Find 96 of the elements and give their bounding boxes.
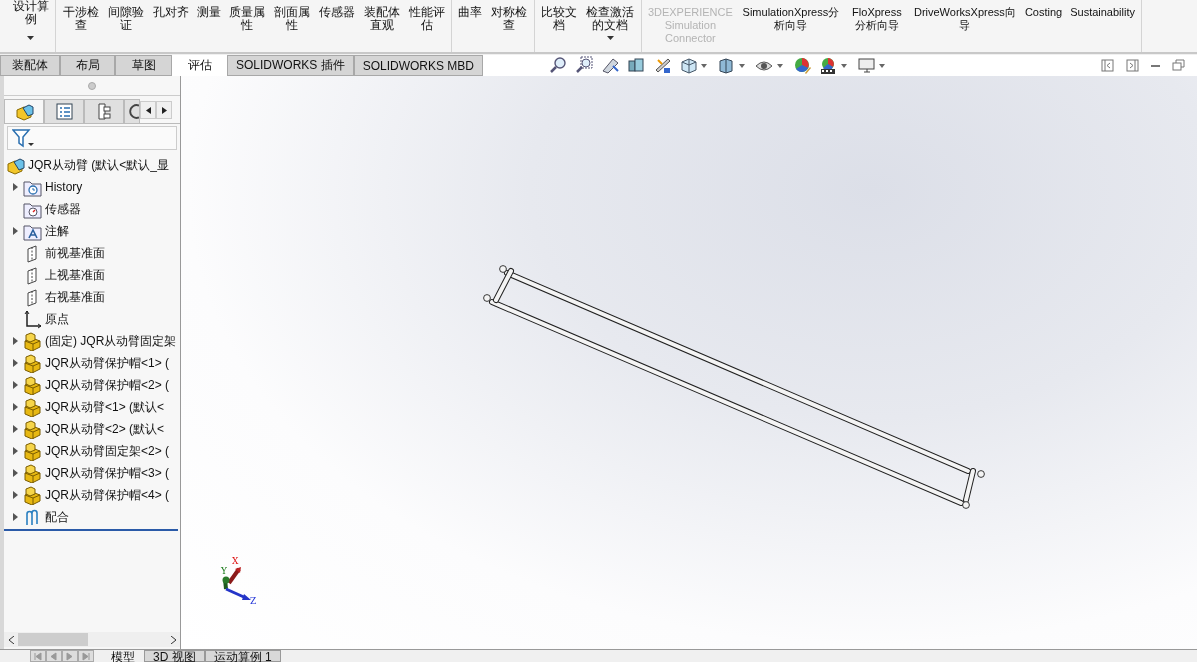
filter-icon [12, 128, 34, 148]
ribbon-button[interactable]: 性能评估 [405, 0, 449, 32]
ribbon-button[interactable]: 测量 [193, 0, 224, 19]
caret-icon [777, 63, 784, 68]
ribbon-tab[interactable]: 装配体 [0, 55, 60, 76]
grip-handle[interactable] [88, 81, 96, 90]
tree-item[interactable]: 上视基准面 [4, 264, 180, 286]
caret-icon [739, 63, 746, 68]
tree-item[interactable]: History [4, 176, 180, 198]
panel-tab[interactable] [4, 99, 44, 123]
ribbon-button[interactable]: SimulationXpress分析向导 [737, 0, 844, 32]
horizontal-scrollbar[interactable] [4, 632, 180, 647]
left-arrow-icon [145, 106, 151, 114]
axis-label: X [232, 556, 239, 566]
panel-tab[interactable] [44, 99, 84, 123]
tile-left-button[interactable] [1101, 59, 1114, 72]
tree-item[interactable]: 前视基准面 [4, 242, 180, 264]
color-wheel-pencil-icon [793, 56, 813, 75]
right-arrow-icon [66, 651, 74, 661]
left-arrow-icon [50, 651, 58, 661]
axis-triad-drawing [222, 567, 251, 600]
ribbon-tab[interactable]: 草图 [115, 55, 172, 76]
tree-item[interactable]: JQR从动臂<1> (默认< [4, 396, 180, 418]
tree-item[interactable]: JQR从动臂固定架<2> ( [4, 440, 180, 462]
ribbon-button[interactable]: 间隙验证 [104, 0, 148, 32]
ribbon-button[interactable]: 传感器 [315, 0, 358, 19]
part-icon [23, 463, 42, 483]
filter-field[interactable] [7, 126, 177, 150]
feature-tree-icon [14, 102, 34, 121]
view-orientation-icon [679, 56, 699, 75]
axis-label: Z [250, 596, 257, 606]
ribbon-button[interactable]: 质量属性 [225, 0, 269, 32]
ribbon-button[interactable]: 设计算例 [9, 0, 53, 40]
ribbon-button[interactable]: 对称检查 [487, 0, 531, 32]
origin-icon [23, 309, 42, 329]
caret-icon [701, 63, 708, 68]
ribbon-button[interactable]: 剖面属性 [270, 0, 314, 32]
annotation-view-icon [653, 56, 673, 75]
ribbon-button[interactable]: DriveWorksXpress向导 [909, 0, 1020, 32]
part-icon [23, 331, 42, 351]
view-tab[interactable]: 运动算例 1 [204, 650, 281, 662]
part-icon [23, 441, 42, 461]
view-cube-icon [627, 56, 647, 75]
ribbon-button[interactable]: FloXpress分析向导 [845, 0, 908, 32]
ribbon-button[interactable]: 比较文档 [537, 0, 581, 32]
tile-left-icon [1101, 59, 1114, 72]
tree-item[interactable]: JQR从动臂保护帽<3> ( [4, 462, 180, 484]
3d-viewport[interactable]: X Y Z [181, 76, 1197, 649]
scroll-right-button[interactable] [156, 101, 172, 119]
ribbon-tab[interactable]: SOLIDWORKS 插件 [227, 55, 354, 76]
tree-item[interactable]: JQR从动臂 (默认<默认_显 [4, 154, 180, 176]
minimize-button[interactable] [1151, 64, 1160, 67]
tree-item[interactable]: JQR从动臂保护帽<1> ( [4, 352, 180, 374]
tree-item[interactable]: JQR从动臂保护帽<4> ( [4, 484, 180, 506]
right-arrow-icon [82, 651, 90, 661]
right-arrow-icon [161, 106, 167, 114]
tree-item[interactable]: 配合 [4, 506, 180, 528]
scroll-left-button[interactable] [140, 101, 156, 119]
view-tab[interactable]: 3D 视图 [144, 650, 205, 662]
axis-label: Y [221, 566, 227, 576]
section-view-icon [601, 56, 621, 75]
part-icon [23, 397, 42, 417]
panel-tab[interactable] [84, 99, 124, 123]
monitor-icon [857, 56, 877, 75]
tile-right-icon [1126, 59, 1139, 72]
restore-icon [1172, 59, 1185, 72]
property-list-icon [54, 102, 74, 121]
tree-item[interactable]: 右视基准面 [4, 286, 180, 308]
ribbon-tab[interactable]: 布局 [60, 55, 115, 76]
ribbon-button[interactable]: 装配体直观 [359, 0, 404, 32]
tree-item[interactable]: (固定) JQR从动臂固定架 [4, 330, 180, 352]
tree-item[interactable]: JQR从动臂保护帽<2> ( [4, 374, 180, 396]
part-icon [23, 353, 42, 373]
part-icon [23, 485, 42, 505]
left-arrow-icon [34, 651, 42, 661]
caret-icon [879, 63, 886, 68]
ribbon-button[interactable]: 检查激活的文档 [582, 0, 638, 40]
ribbon-button[interactable]: Costing [1021, 0, 1066, 19]
ribbon-button[interactable]: 干涉检查 [59, 0, 103, 32]
zoom-fit-icon [549, 56, 569, 75]
part-icon [23, 419, 42, 439]
tree-item[interactable]: 原点 [4, 308, 180, 330]
tree-item[interactable]: JQR从动臂<2> (默认< [4, 418, 180, 440]
ribbon-button[interactable]: Sustainability [1067, 0, 1138, 19]
panel-tab[interactable] [124, 99, 140, 123]
part-icon [23, 375, 42, 395]
ribbon-tab[interactable]: SOLIDWORKS MBD [353, 55, 484, 76]
caret-icon [841, 63, 848, 68]
tree-item[interactable]: 注解 [4, 220, 180, 242]
zoom-area-icon [575, 56, 595, 75]
minimize-icon [1151, 64, 1160, 67]
tile-right-button[interactable] [1126, 59, 1139, 72]
restore-button[interactable] [1172, 59, 1185, 72]
ribbon-button[interactable]: 曲率 [455, 0, 486, 19]
tree-item[interactable]: 传感器 [4, 198, 180, 220]
ribbon-button[interactable]: 孔对齐 [149, 0, 192, 19]
